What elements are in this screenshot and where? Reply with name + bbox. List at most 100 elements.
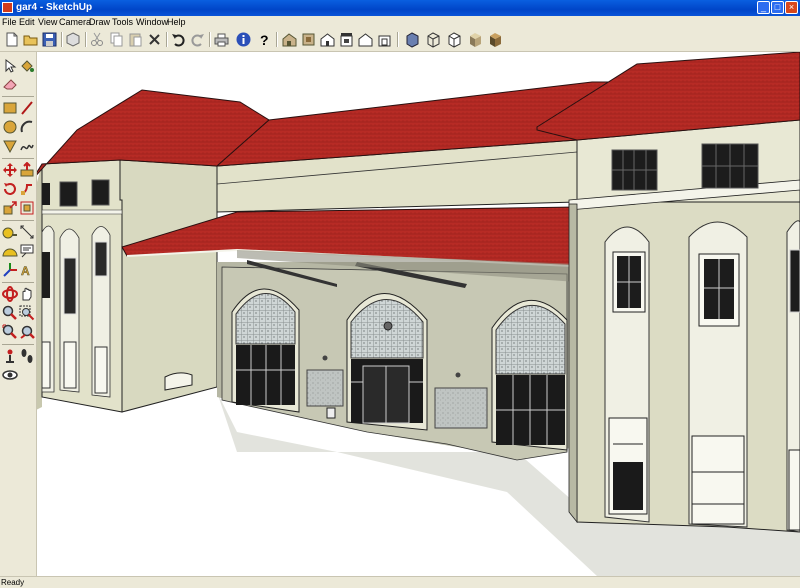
open-icon[interactable] xyxy=(22,31,39,48)
new-icon[interactable] xyxy=(3,31,20,48)
toolbar-separator xyxy=(2,158,34,159)
window xyxy=(59,181,78,207)
toolbar-separator xyxy=(397,32,399,47)
line-icon[interactable] xyxy=(19,100,35,116)
stone-panel xyxy=(306,369,344,407)
close-button[interactable]: × xyxy=(785,1,798,14)
window xyxy=(63,257,77,315)
menu-camera[interactable]: Camera xyxy=(59,16,91,28)
model-info-icon[interactable] xyxy=(235,31,252,48)
3d-text-icon[interactable]: A xyxy=(19,262,35,279)
rectangle-icon[interactable] xyxy=(2,100,18,116)
save-icon[interactable] xyxy=(41,31,58,48)
undo-icon[interactable] xyxy=(170,31,187,48)
menu-window[interactable]: Window xyxy=(136,16,168,28)
redo-icon[interactable] xyxy=(189,31,206,48)
shaded-textures-icon[interactable] xyxy=(487,31,504,48)
position-camera-icon[interactable] xyxy=(2,348,18,364)
tape-measure-icon[interactable] xyxy=(2,224,18,240)
help-icon[interactable]: ? xyxy=(256,31,273,48)
copy-icon[interactable] xyxy=(108,31,125,48)
freehand-icon[interactable] xyxy=(19,138,35,154)
window-title: gar4 - SketchUp xyxy=(16,2,93,13)
toolbar-separator xyxy=(2,344,34,345)
pan-icon[interactable] xyxy=(19,286,35,302)
offset-icon[interactable] xyxy=(19,200,35,216)
arc-icon[interactable] xyxy=(19,119,35,135)
rotate-icon[interactable] xyxy=(2,181,18,197)
left-wing-side-wall xyxy=(119,159,218,413)
print-icon[interactable] xyxy=(213,31,230,48)
toolbar-separator xyxy=(166,32,168,47)
window xyxy=(91,179,110,206)
select-icon[interactable] xyxy=(2,58,18,74)
lower-panel xyxy=(63,341,77,389)
window xyxy=(94,241,108,277)
move-icon[interactable] xyxy=(2,162,18,178)
status-text: Ready xyxy=(1,578,25,587)
lower-panel xyxy=(94,346,108,394)
make-component-icon[interactable] xyxy=(65,31,82,48)
menu-bar: File Edit View Camera Draw Tools Window … xyxy=(0,16,800,28)
cut-icon[interactable] xyxy=(89,31,106,48)
previous-view-icon[interactable] xyxy=(19,324,35,340)
push-pull-icon[interactable] xyxy=(19,161,35,178)
back-view-icon[interactable] xyxy=(357,31,374,48)
menu-tools[interactable]: Tools xyxy=(112,16,133,28)
paint-bucket-icon[interactable] xyxy=(19,58,35,74)
zoom-window-icon[interactable] xyxy=(19,305,35,321)
left-toolbar: A xyxy=(0,52,37,576)
top-view-icon[interactable] xyxy=(300,31,317,48)
toolbar-separator xyxy=(276,32,278,47)
menu-edit[interactable]: Edit xyxy=(19,16,35,28)
wireframe-icon[interactable] xyxy=(425,31,442,48)
shaded-icon[interactable] xyxy=(467,31,484,48)
scale-icon[interactable] xyxy=(2,200,18,216)
drawing-viewport[interactable] xyxy=(37,52,800,576)
orbit-icon[interactable] xyxy=(2,286,18,302)
xray-icon[interactable] xyxy=(404,31,421,48)
look-around-icon[interactable] xyxy=(2,367,18,383)
dimension-icon[interactable] xyxy=(19,224,35,240)
building-model xyxy=(37,52,800,576)
protractor-icon[interactable] xyxy=(2,243,18,259)
circle-icon[interactable] xyxy=(2,119,18,135)
toolbar-separator xyxy=(2,96,34,97)
erase-icon[interactable] xyxy=(146,31,163,48)
lamp xyxy=(383,321,393,331)
menu-view[interactable]: View xyxy=(38,16,57,28)
follow-me-icon[interactable] xyxy=(19,181,35,197)
sketchup-app-icon[interactable] xyxy=(2,2,13,13)
svg-text:A: A xyxy=(21,264,30,278)
toolbar-separator xyxy=(85,32,87,47)
front-view-icon[interactable] xyxy=(319,31,336,48)
minimize-button[interactable]: _ xyxy=(757,1,770,14)
window xyxy=(42,183,50,205)
paste-icon[interactable] xyxy=(127,31,144,48)
toolbar-separator xyxy=(2,282,34,283)
title-bar: gar4 - SketchUp _ □ × xyxy=(0,0,800,16)
lower-panel xyxy=(691,435,745,525)
polygon-icon[interactable] xyxy=(2,138,18,154)
menu-draw[interactable]: Draw xyxy=(89,16,110,28)
menu-file[interactable]: File xyxy=(2,16,17,28)
zoom-extents-icon[interactable] xyxy=(2,324,18,340)
status-bar: Ready xyxy=(0,576,800,588)
main-toolbar: ? xyxy=(0,28,800,52)
right-view-icon[interactable] xyxy=(338,31,355,48)
walk-icon[interactable] xyxy=(19,348,35,364)
svg-text:?: ? xyxy=(260,32,269,48)
toolbar-separator xyxy=(209,32,211,47)
maximize-button[interactable]: □ xyxy=(771,1,784,14)
zoom-icon[interactable] xyxy=(2,305,18,321)
axes-icon[interactable] xyxy=(2,262,18,278)
menu-help[interactable]: Help xyxy=(167,16,186,28)
stone-panel xyxy=(434,387,488,429)
eraser-icon[interactable] xyxy=(2,76,18,92)
text-icon[interactable] xyxy=(19,243,35,259)
iso-view-icon[interactable] xyxy=(281,31,298,48)
toolbar-separator xyxy=(2,220,34,221)
hidden-line-icon[interactable] xyxy=(446,31,463,48)
left-view-icon[interactable] xyxy=(376,31,393,48)
trash-bin xyxy=(326,407,336,419)
